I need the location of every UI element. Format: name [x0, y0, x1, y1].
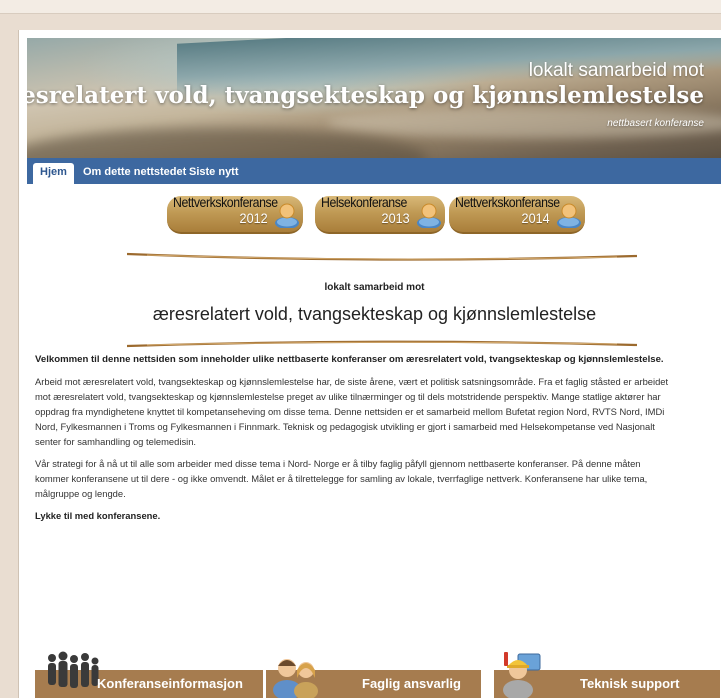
- tab-om-dette-nettstedet[interactable]: Om dette nettstedet: [83, 163, 186, 184]
- bottom-button-fagansvarlig[interactable]: Faglig ansvarlig: [266, 659, 481, 698]
- bottom-button-label: Konferanseinformasjon: [97, 676, 243, 691]
- person-icon: [417, 203, 441, 228]
- support-worker-icon: [503, 652, 541, 698]
- content-subtitle: lokalt samarbeid mot: [324, 282, 425, 293]
- people-group-icon: [48, 651, 99, 688]
- conference-year: 2013: [381, 210, 410, 226]
- conference-year: 2014: [521, 210, 550, 226]
- conference-title: Helsekonferanse: [321, 194, 407, 210]
- conference-year: 2012: [239, 210, 268, 226]
- intro-paragraph-2: Vår strategi for å nå ut til alle som ar…: [35, 458, 648, 499]
- person-icon: [557, 203, 581, 228]
- main-content: Velkommen til denne nettsiden som inneho…: [35, 352, 675, 530]
- bottom-button-label: Faglig ansvarlig: [362, 676, 461, 691]
- two-persons-icon: [273, 659, 318, 698]
- conference-button-2013[interactable]: Helsekonferanse 2013: [315, 194, 445, 234]
- decorative-swoosh-bottom: [127, 340, 637, 348]
- bottom-button-konferanseinformasjon[interactable]: Konferanseinformasjon: [35, 651, 263, 698]
- bottom-button-teknisk-support[interactable]: Teknisk support: [494, 652, 720, 698]
- conference-button-2014[interactable]: Nettverkskonferanse 2014: [449, 194, 585, 234]
- conference-title: Nettverkskonferanse: [455, 194, 560, 210]
- header-banner: lokalt samarbeid mot æresrelatert vold, …: [27, 38, 721, 158]
- banner-tagline: nettbasert konferanse: [607, 118, 704, 129]
- tab-siste-nytt[interactable]: Siste nytt: [189, 163, 239, 184]
- banner-title: æresrelatert vold, tvangsekteskap og kjø…: [27, 82, 704, 109]
- browser-top-strip: [0, 0, 721, 14]
- closing-text: Lykke til med konferansene.: [35, 510, 161, 521]
- tab-hjem[interactable]: Hjem: [33, 163, 74, 184]
- intro-paragraph-1: Arbeid mot æresrelatert vold, tvangsekte…: [35, 376, 669, 447]
- main-nav: Hjem Om dette nettstedet Siste nytt: [27, 158, 721, 184]
- conference-title: Nettverkskonferanse: [173, 194, 278, 210]
- content-title: æresrelatert vold, tvangsekteskap og kjø…: [152, 304, 597, 324]
- bottom-button-label: Teknisk support: [580, 676, 680, 691]
- intro-lead: Velkommen til denne nettsiden som inneho…: [35, 354, 664, 365]
- decorative-swoosh-top: [127, 252, 637, 261]
- conference-button-2012[interactable]: Nettverkskonferanse 2012: [167, 194, 303, 234]
- banner-sand-dark: [27, 128, 427, 158]
- banner-subtitle: lokalt samarbeid mot: [528, 60, 704, 81]
- person-icon: [275, 203, 299, 228]
